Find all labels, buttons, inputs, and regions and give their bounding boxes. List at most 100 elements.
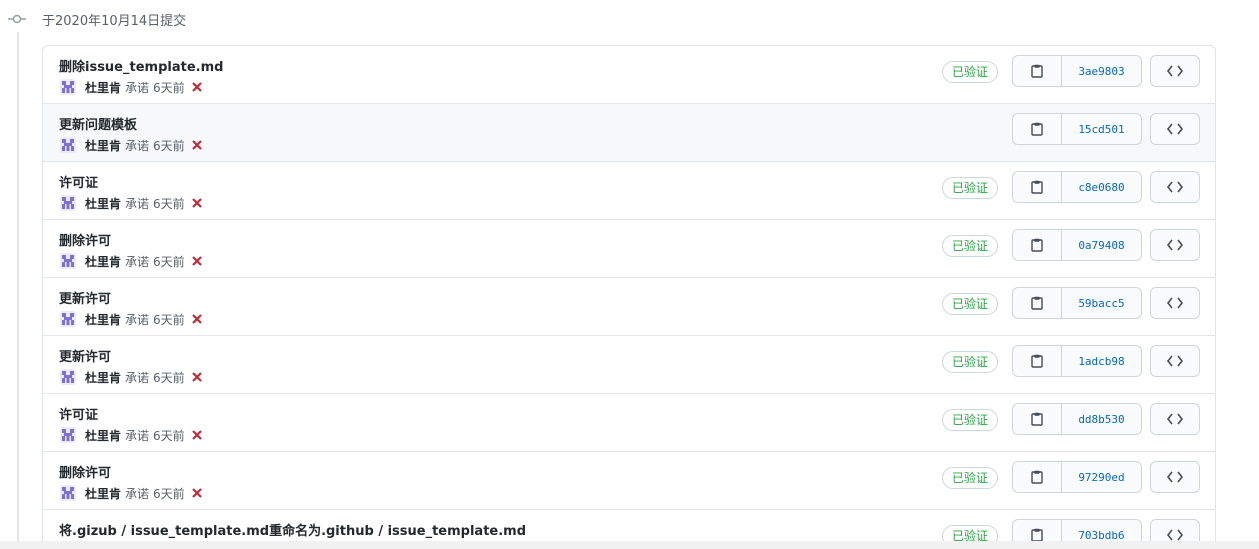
commit-meta: 杜里肯 承诺 6天前 [59,78,203,96]
committed-label: 承诺 [125,138,150,153]
clipboard-icon [1031,180,1043,194]
browse-repo-button[interactable] [1150,55,1200,87]
copy-sha-button[interactable] [1012,461,1062,493]
commit-author[interactable]: 杜里肯 [85,369,121,386]
verified-badge[interactable]: 已验证 [942,351,999,373]
commit-author[interactable]: 杜里肯 [85,253,121,270]
relative-time: 6天前 [153,486,185,501]
commit-sha-link[interactable]: 1adcb98 [1062,345,1142,377]
browse-repo-button[interactable] [1150,403,1200,435]
commit-title-link[interactable]: 更新许可 [59,346,111,365]
avatar[interactable] [59,78,77,96]
browse-repo-button[interactable] [1150,171,1200,203]
sha-button-group: 1adcb98 [1012,345,1142,377]
commit-title-link[interactable]: 删除许可 [59,462,111,481]
copy-sha-button[interactable] [1012,345,1062,377]
x-fail-icon[interactable] [191,371,203,383]
copy-sha-button[interactable] [1012,287,1062,319]
relative-time: 6天前 [153,196,185,211]
copy-sha-button[interactable] [1012,113,1062,145]
commit-row: 许可证 杜里肯 承诺 6天前 已验证 [43,394,1215,452]
commit-author[interactable]: 杜里肯 [85,427,121,444]
avatar[interactable] [59,484,77,502]
x-fail-icon[interactable] [191,313,203,325]
relative-time: 6天前 [153,312,185,327]
clipboard-icon [1031,296,1043,310]
commit-author[interactable]: 杜里肯 [85,195,121,212]
commit-row: 更新问题模板 杜里肯 承诺 6天前 15cd501 [43,104,1215,162]
verified-badge[interactable]: 已验证 [942,293,999,315]
relative-time: 6天前 [153,138,185,153]
committed-label: 承诺 [125,370,150,385]
verified-badge[interactable]: 已验证 [942,61,999,83]
relative-time: 6天前 [153,428,185,443]
commit-author[interactable]: 杜里肯 [85,79,121,96]
copy-sha-button[interactable] [1012,403,1062,435]
commit-sha-link[interactable]: c8e0680 [1062,171,1142,203]
commit-sha-link[interactable]: 0a79408 [1062,229,1142,261]
browse-repo-button[interactable] [1150,229,1200,261]
code-icon [1167,65,1183,77]
committed-label: 承诺 [125,312,150,327]
browse-repo-button[interactable] [1150,345,1200,377]
commit-list: 删除issue_template.md 杜里肯 承诺 6天前 已验证 3ae98… [42,45,1216,549]
code-icon [1167,471,1183,483]
copy-sha-button[interactable] [1012,171,1062,203]
code-icon [1167,239,1183,251]
horizontal-scrollbar[interactable] [0,541,1259,549]
browse-repo-button[interactable] [1150,287,1200,319]
commit-meta: 杜里肯 承诺 6天前 [59,426,203,444]
avatar[interactable] [59,252,77,270]
avatar[interactable] [59,194,77,212]
sha-button-group: 59bacc5 [1012,287,1142,319]
avatar[interactable] [59,426,77,444]
committed-label: 承诺 [125,80,150,95]
clipboard-icon [1031,238,1043,252]
commit-sha-link[interactable]: 3ae9803 [1062,55,1142,87]
clipboard-icon [1031,122,1043,136]
timeline-line [17,32,19,549]
code-icon [1167,413,1183,425]
commit-title-link[interactable]: 删除许可 [59,230,111,249]
sha-button-group: 15cd501 [1012,113,1142,145]
commit-sha-link[interactable]: 97290ed [1062,461,1142,493]
commit-sha-link[interactable]: dd8b530 [1062,403,1142,435]
committed-label: 承诺 [125,196,150,211]
verified-badge[interactable]: 已验证 [942,409,999,431]
committed-label: 承诺 [125,428,150,443]
avatar[interactable] [59,368,77,386]
code-icon [1167,297,1183,309]
x-fail-icon[interactable] [191,255,203,267]
commit-author[interactable]: 杜里肯 [85,311,121,328]
commit-title-link[interactable]: 将.gizub / issue_template.md重命名为.github /… [59,520,526,539]
verified-badge[interactable]: 已验证 [942,467,999,489]
commit-title-link[interactable]: 删除issue_template.md [59,56,223,75]
verified-badge[interactable]: 已验证 [942,177,999,199]
commit-title-link[interactable]: 更新许可 [59,288,111,307]
avatar[interactable] [59,136,77,154]
copy-sha-button[interactable] [1012,55,1062,87]
x-fail-icon[interactable] [191,429,203,441]
commit-title-link[interactable]: 许可证 [59,172,98,191]
commit-sha-link[interactable]: 59bacc5 [1062,287,1142,319]
browse-repo-button[interactable] [1150,461,1200,493]
commit-sha-link[interactable]: 15cd501 [1062,113,1142,145]
commit-title-link[interactable]: 更新问题模板 [59,114,137,133]
code-icon [1167,181,1183,193]
commit-meta: 杜里肯 承诺 6天前 [59,194,203,212]
avatar[interactable] [59,310,77,328]
x-fail-icon[interactable] [191,139,203,151]
sha-button-group: dd8b530 [1012,403,1142,435]
commit-author[interactable]: 杜里肯 [85,485,121,502]
commit-author[interactable]: 杜里肯 [85,137,121,154]
commit-row: 删除许可 杜里肯 承诺 6天前 已验证 [43,220,1215,278]
commit-title-link[interactable]: 许可证 [59,404,98,423]
committed-label: 承诺 [125,486,150,501]
browse-repo-button[interactable] [1150,113,1200,145]
copy-sha-button[interactable] [1012,229,1062,261]
x-fail-icon[interactable] [191,197,203,209]
x-fail-icon[interactable] [191,81,203,93]
x-fail-icon[interactable] [191,487,203,499]
clipboard-icon [1031,412,1043,426]
verified-badge[interactable]: 已验证 [942,235,999,257]
